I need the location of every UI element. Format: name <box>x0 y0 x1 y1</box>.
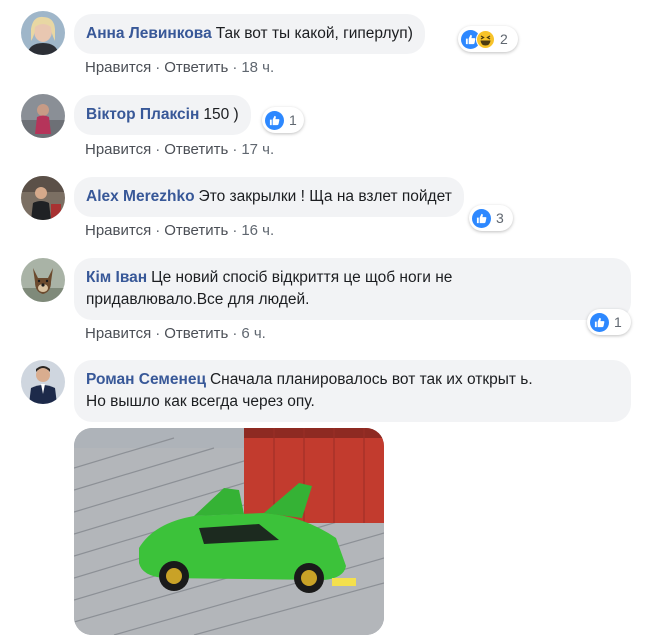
separator: · <box>232 222 238 239</box>
like-icon <box>265 110 284 130</box>
comment-bubble: Віктор Плаксін 150 ) <box>74 95 251 135</box>
comment-text-continued: Но вышло как всегда через опу. <box>86 393 315 410</box>
comment-author[interactable]: Роман Семенец <box>86 371 206 388</box>
comment-text: 150 ) <box>203 106 239 123</box>
like-link[interactable]: Нравится <box>85 59 151 76</box>
reactions-summary[interactable]: 2 <box>458 26 518 52</box>
like-icon <box>472 208 491 228</box>
comment-author[interactable]: Кім Іван <box>86 269 147 286</box>
timestamp[interactable]: 6 ч. <box>241 325 266 342</box>
separator: · <box>232 325 238 342</box>
reaction-count: 3 <box>496 210 504 226</box>
comment-author[interactable]: Alex Merezhko <box>86 188 195 205</box>
comment-author[interactable]: Анна Левинкова <box>86 25 212 42</box>
comment-bubble: Кім Іван Це новий спосіб відкриття це щоб… <box>74 258 631 320</box>
comment-bubble: Alex Merezhko Это закрылки ! Ща на взлет … <box>74 177 464 217</box>
comment-actions: Нравится · Ответить · 6 ч. <box>85 325 266 342</box>
like-link[interactable]: Нравится <box>85 141 151 158</box>
reaction-count: 1 <box>289 112 297 128</box>
reply-link[interactable]: Ответить <box>164 222 228 239</box>
reply-link[interactable]: Ответить <box>164 141 228 158</box>
comment-text: Так вот ты какой, гиперлуп) <box>215 25 413 42</box>
comment-actions: Нравится · Ответить · 18 ч. <box>85 59 274 76</box>
comment-text-continued: придавлювало.Все для людей. <box>86 291 310 308</box>
avatar[interactable] <box>21 258 65 302</box>
avatar[interactable] <box>21 11 65 55</box>
separator: · <box>155 325 161 342</box>
reply-link[interactable]: Ответить <box>164 325 228 342</box>
comment-text: Сначала планировалось вот так их открыт … <box>209 371 533 388</box>
separator: · <box>232 141 238 158</box>
separator: · <box>155 59 161 76</box>
separator: · <box>155 222 161 239</box>
comment-image[interactable] <box>74 428 384 635</box>
comment-bubble: Анна Левинкова Так вот ты какой, гиперлуп… <box>74 14 425 54</box>
timestamp[interactable]: 17 ч. <box>241 141 274 158</box>
haha-icon <box>476 29 495 49</box>
reaction-count: 2 <box>500 31 508 47</box>
reaction-count: 1 <box>614 314 622 330</box>
reactions-summary[interactable]: 3 <box>469 205 513 231</box>
comment-text: Це новий спосіб відкриття це щоб ноги не <box>151 269 453 286</box>
separator: · <box>155 141 161 158</box>
comment-bubble: Роман Семенец Сначала планировалось вот т… <box>74 360 631 422</box>
avatar[interactable] <box>21 360 65 404</box>
reactions-summary[interactable]: 1 <box>587 309 631 335</box>
comment-actions: Нравится · Ответить · 17 ч. <box>85 141 274 158</box>
reply-link[interactable]: Ответить <box>164 59 228 76</box>
separator: · <box>232 59 238 76</box>
like-link[interactable]: Нравится <box>85 325 151 342</box>
reactions-summary[interactable]: 1 <box>262 107 304 133</box>
avatar[interactable] <box>21 176 65 220</box>
like-link[interactable]: Нравится <box>85 222 151 239</box>
timestamp[interactable]: 18 ч. <box>241 59 274 76</box>
comment-actions: Нравится · Ответить · 16 ч. <box>85 222 274 239</box>
comment-author[interactable]: Віктор Плаксін <box>86 106 199 123</box>
timestamp[interactable]: 16 ч. <box>241 222 274 239</box>
avatar[interactable] <box>21 94 65 138</box>
like-icon <box>590 312 609 332</box>
comment-text: Это закрылки ! Ща на взлет пойдет <box>198 188 452 205</box>
